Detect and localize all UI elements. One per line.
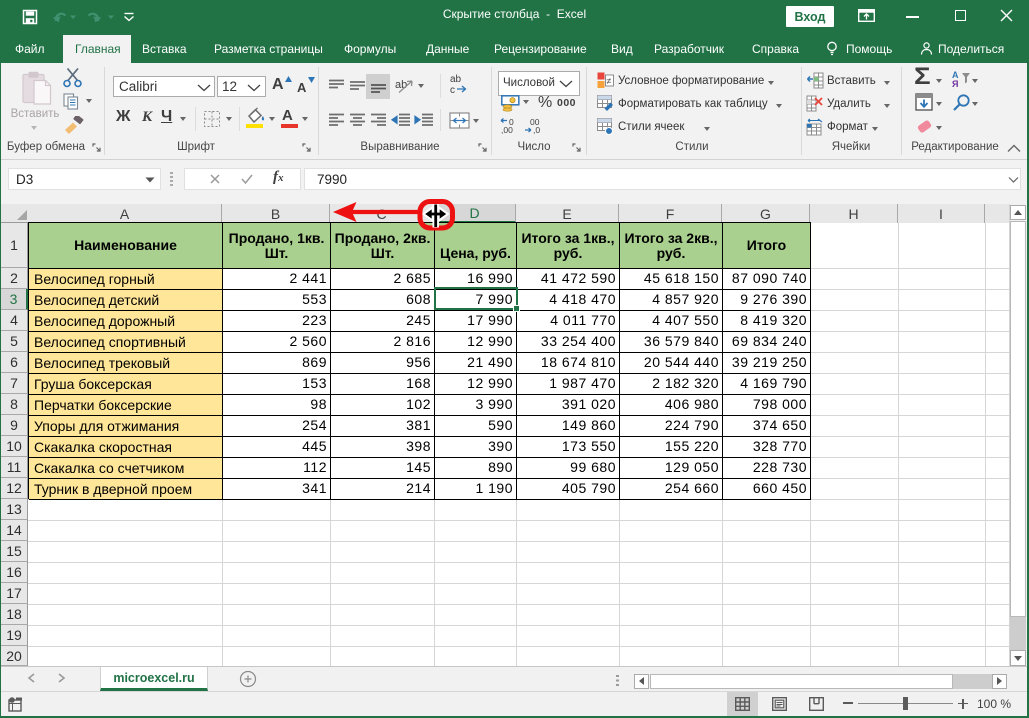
svg-text:≠: ≠ xyxy=(607,76,612,86)
svg-text:,00: ,00 xyxy=(501,125,513,134)
svg-text:ab: ab xyxy=(395,79,407,91)
svg-text:,0: ,0 xyxy=(533,125,540,134)
svg-text:c: c xyxy=(450,85,455,95)
svg-text:Я: Я xyxy=(952,79,958,88)
svg-text:ab: ab xyxy=(450,74,462,85)
